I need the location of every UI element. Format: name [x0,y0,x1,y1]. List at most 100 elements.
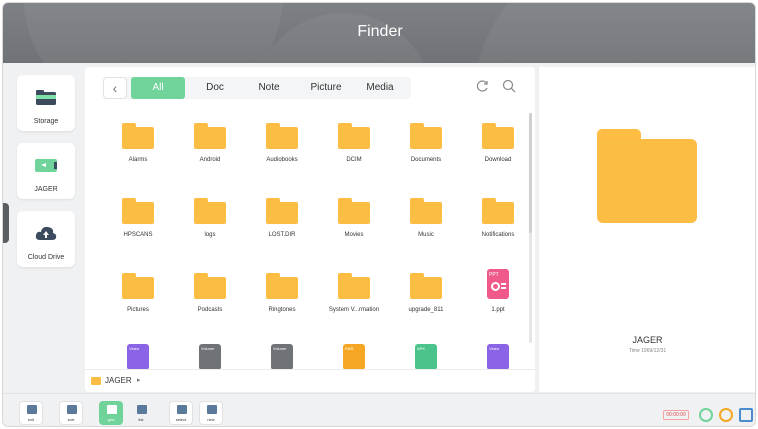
video-file-icon: Video [487,344,509,369]
list-icon [137,405,147,414]
file-badge: RAR [345,346,354,351]
exit-icon [27,405,37,414]
exit-label: exit [27,417,35,422]
tab-all[interactable]: All [131,77,185,99]
search-button[interactable] [499,79,519,99]
select-button[interactable]: select [169,401,193,425]
usb-drive-icon [35,159,57,172]
scrollbar-thumb[interactable] [529,113,532,233]
file-name: HPSCANS [123,232,153,238]
preview-folder-icon [597,129,697,225]
window-icon[interactable] [739,408,753,422]
list-view-button[interactable]: list [129,401,153,425]
file-item-ringtones[interactable]: Ringtones [247,269,317,339]
list-label: list [138,417,144,422]
grid-label: grid [107,417,115,422]
volume-file-icon: Volume [271,344,293,369]
finder-window: Finder Storage JAGER Cloud Drive ‹ All D… [2,2,756,427]
folder-icon [266,198,298,224]
preview-time: Time 1969/12/31 [628,348,667,354]
sidebar-item-label: Storage [33,118,59,125]
tab-doc[interactable]: Doc [195,77,235,99]
file-name: Podcasts [197,307,223,313]
file-name: Music [418,232,434,238]
file-badge: Volume [201,346,215,351]
folder-icon [122,198,154,224]
sort-icon [67,405,77,414]
folder-icon [338,273,370,299]
rar-file-icon: RAR [343,344,365,369]
file-item-video[interactable]: Video [463,344,523,369]
scrollbar[interactable] [529,113,532,343]
record-timer: 00:00:00 [663,410,689,420]
breadcrumb: JAGER ▸ [85,369,535,391]
sidebar-item-jager[interactable]: JAGER [17,143,75,199]
sort-label: sort [67,417,75,422]
side-drawer-handle[interactable] [3,203,9,243]
chevron-left-icon: ‹ [112,80,118,96]
file-item-lost-dir[interactable]: LOST.DIR [247,194,317,264]
file-item-rar[interactable]: RAR [319,344,389,369]
folder-icon [410,198,442,224]
file-item-video[interactable]: Video [103,344,173,369]
exit-button[interactable]: exit [19,401,43,425]
apk-file-icon: APK [415,344,437,369]
file-item-alarms[interactable]: Alarms [103,119,173,189]
file-item-1-ppt[interactable]: PPT 1.ppt [463,269,523,339]
folder-icon [410,273,442,299]
file-item-movies[interactable]: Movies [319,194,389,264]
folder-icon [91,377,101,385]
folder-icon [482,123,514,149]
file-item-hpscans[interactable]: HPSCANS [103,194,173,264]
grid-view-button[interactable]: grid [99,401,123,425]
refresh-button[interactable] [473,79,493,99]
file-item-logs[interactable]: logs [175,194,245,264]
file-item-audiobooks[interactable]: Audiobooks [247,119,317,189]
sidebar: Storage JAGER Cloud Drive [11,67,75,387]
file-item-dcim[interactable]: DCIM [319,119,389,189]
folder-icon [194,273,226,299]
file-item-podcasts[interactable]: Podcasts [175,269,245,339]
breadcrumb-segment[interactable]: JAGER [105,376,132,385]
file-item-upgrade-811[interactable]: upgrade_811 [391,269,461,339]
folder-icon [122,273,154,299]
sidebar-item-cloud-drive[interactable]: Cloud Drive [17,211,75,267]
folder-icon [338,198,370,224]
folder-icon [482,198,514,224]
home-circle-icon[interactable] [719,408,733,422]
tab-picture[interactable]: Picture [303,77,349,99]
file-badge: Video [489,346,500,351]
file-item-volume[interactable]: Volume [175,344,245,369]
sidebar-item-storage[interactable]: Storage [17,75,75,131]
folder-icon [122,123,154,149]
tab-note[interactable]: Note [249,77,289,99]
file-name: Movies [344,232,364,238]
file-item-documents[interactable]: Documents [391,119,461,189]
folder-icon [410,123,442,149]
file-browser: ‹ All Doc Note Picture Media Alarms Andro… [85,67,535,392]
file-name: Android [199,157,221,163]
sidebar-item-label: Cloud Drive [27,254,65,261]
folder-icon [266,273,298,299]
back-button[interactable]: ‹ [103,77,127,99]
file-item-music[interactable]: Music [391,194,461,264]
sort-button[interactable]: sort [59,401,83,425]
file-item-apk[interactable]: APK [391,344,461,369]
folder-icon [194,198,226,224]
grid-icon [107,405,117,414]
category-tabs: ‹ All Doc Note Picture Media [103,77,411,99]
back-circle-icon[interactable] [699,408,713,422]
file-name: Download [484,157,512,163]
breadcrumb-caret: ▸ [137,377,141,384]
refresh-icon [476,80,488,92]
file-name: Alarms [128,157,148,163]
file-item-notifications[interactable]: Notifications [463,194,523,264]
tab-media[interactable]: Media [359,77,401,99]
file-item-volume[interactable]: Volume [247,344,317,369]
file-item-system-v-rmation[interactable]: System V...rmation [319,269,389,339]
file-item-android[interactable]: Android [175,119,245,189]
new-folder-button[interactable]: new [199,401,223,425]
file-name: Pictures [127,307,149,313]
file-item-pictures[interactable]: Pictures [103,269,173,339]
file-item-download[interactable]: Download [463,119,523,189]
